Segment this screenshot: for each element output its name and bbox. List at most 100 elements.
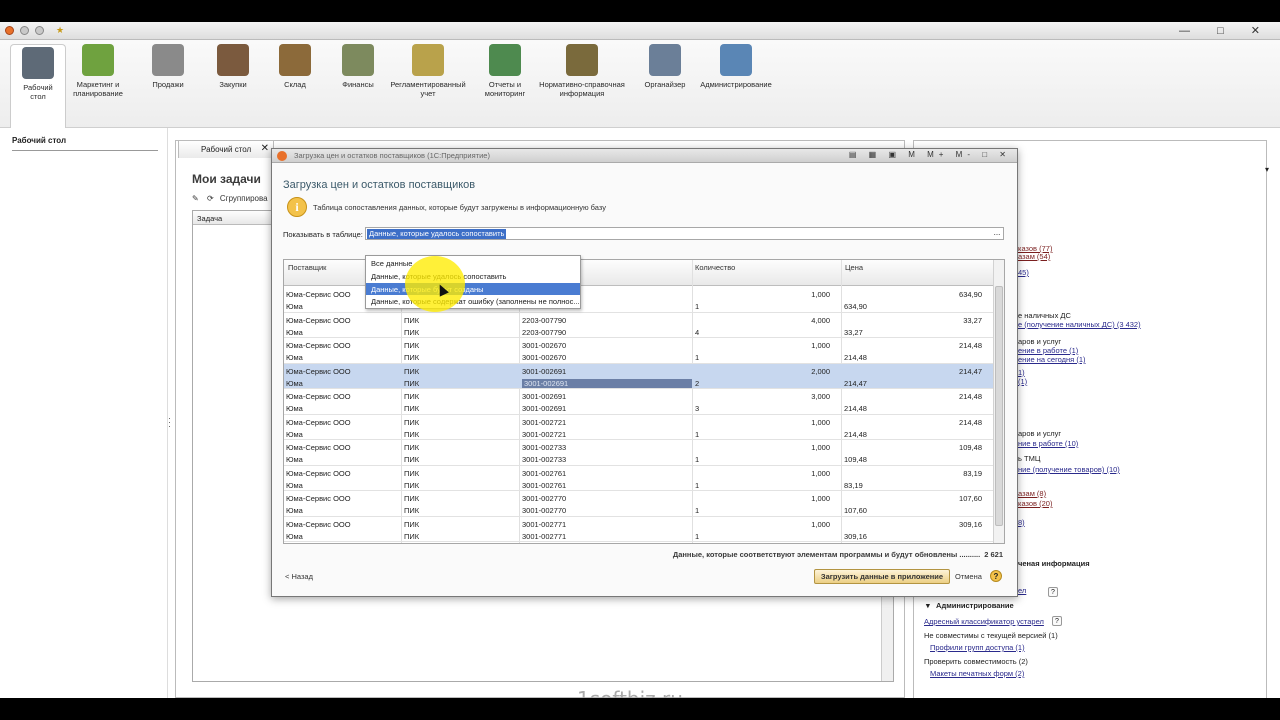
refresh-icon[interactable]: ⟳ — [207, 194, 214, 203]
help-icon[interactable]: ? — [1048, 587, 1058, 597]
section-9[interactable]: Органайзер — [637, 44, 693, 89]
window-controls[interactable]: — □ ✕ — [1179, 24, 1272, 37]
quantity-cell[interactable]: 2 — [695, 379, 699, 388]
supplier-cell[interactable]: Юма-Сервис ООО — [286, 290, 351, 299]
article-cell[interactable]: 3001-002733 — [522, 455, 566, 464]
section-2[interactable]: Продажи — [140, 44, 196, 89]
quantity-cell[interactable]: 1 — [695, 481, 699, 490]
table-row[interactable]: Юма-Сервис ООО Юма ПИК ПИК 3001-002691 3001-0… — [284, 363, 994, 389]
section-6[interactable]: Регламентированный учет — [388, 44, 468, 98]
column-supplier[interactable]: Поставщик — [288, 263, 326, 272]
supplier-short-cell[interactable]: Юма — [286, 302, 303, 311]
supplier-short-cell[interactable]: Юма — [286, 455, 303, 464]
quantity-cell[interactable]: 1,000 — [811, 494, 830, 503]
price-cell[interactable]: 109,48 — [959, 443, 982, 452]
right-panel-item[interactable]: азам (54) — [1018, 252, 1050, 261]
group-button[interactable]: Сгруппирова — [220, 194, 268, 203]
section-0[interactable]: Рабочий стол — [10, 44, 66, 128]
section-4[interactable]: Склад — [267, 44, 323, 89]
supplier-short-cell[interactable]: Юма — [286, 379, 303, 388]
section-8[interactable]: Нормативно-справочная информация — [537, 44, 627, 98]
section-10[interactable]: Администрирование — [696, 44, 776, 89]
dropdown-option[interactable]: Данные, которые будут созданы — [366, 282, 580, 296]
back-icon[interactable] — [20, 26, 29, 35]
right-panel-item[interactable]: е (получение наличных ДС) (3 432) — [1018, 320, 1141, 329]
right-panel-item[interactable]: ение на сегодня (1) — [1018, 355, 1085, 364]
article-cell[interactable]: 3001-002761 — [522, 481, 566, 490]
brand-cell[interactable]: ПИК — [404, 443, 419, 452]
price-cell[interactable]: 634,90 — [844, 302, 867, 311]
quantity-cell[interactable]: 1 — [695, 506, 699, 515]
price-cell[interactable]: 214,48 — [959, 418, 982, 427]
quantity-cell[interactable]: 1 — [695, 532, 699, 541]
tab-close-icon[interactable]: ✕ — [261, 143, 269, 154]
article-cell[interactable]: 3001-002770 — [522, 494, 566, 503]
quantity-cell[interactable]: 1 — [695, 353, 699, 362]
dialog-window-controls[interactable]: ▤ ▦ ▣ M M+ M- □ ✕ — [849, 150, 1011, 159]
price-cell[interactable]: 214,48 — [959, 392, 982, 401]
brand-cell[interactable]: ПИК — [404, 481, 419, 490]
forward-icon[interactable] — [35, 26, 44, 35]
brand-cell[interactable]: ПИК — [404, 404, 419, 413]
brand-cell[interactable]: ПИК — [404, 392, 419, 401]
price-cell[interactable]: 33,27 — [844, 328, 863, 337]
brand-cell[interactable]: ПИК — [404, 430, 419, 439]
price-cell[interactable]: 109,48 — [844, 455, 867, 464]
table-row[interactable]: Юма-Сервис ООО Юма ПИК ПИК 2203-007790 2203-0… — [284, 313, 994, 338]
price-cell[interactable]: 33,27 — [963, 316, 982, 325]
brand-cell[interactable]: ПИК — [404, 367, 419, 376]
table-row[interactable]: Юма-Сервис ООО Юма ПИК ПИК 3001-002721 3001-0… — [284, 415, 994, 440]
table-row[interactable]: Юма-Сервис ООО Юма ПИК ПИК 3001-002770 3001-0… — [284, 491, 994, 517]
quantity-cell[interactable]: 4 — [695, 328, 699, 337]
show-in-table-select[interactable]: Данные, которые удалось сопоставить ... — [365, 227, 1004, 240]
scrollbar-thumb[interactable] — [995, 286, 1003, 526]
brand-cell[interactable]: ПИК — [404, 328, 419, 337]
left-panel-title[interactable]: Рабочий стол — [12, 136, 66, 145]
article-cell[interactable]: 3001-002771 — [522, 520, 566, 529]
select-more-button[interactable]: ... — [992, 228, 1002, 239]
quantity-cell[interactable]: 1,000 — [811, 443, 830, 452]
column-quantity[interactable]: Количество — [695, 263, 735, 272]
refresh-icon[interactable]: ⟳ — [1248, 697, 1254, 698]
article-cell[interactable]: 2203-007790 — [522, 328, 566, 337]
supplier-short-cell[interactable]: Юма — [286, 532, 303, 541]
article-cell[interactable]: 3001-002770 — [522, 506, 566, 515]
brand-cell[interactable]: ПИК — [404, 418, 419, 427]
section-3[interactable]: Закупки — [205, 44, 261, 89]
price-cell[interactable]: 214,48 — [844, 404, 867, 413]
admin-section-header[interactable]: ▾ Администрирование — [926, 601, 1014, 610]
price-cell[interactable]: 634,90 — [959, 290, 982, 299]
brand-cell[interactable]: ПИК — [404, 316, 419, 325]
price-cell[interactable]: 214,48 — [844, 353, 867, 362]
price-cell[interactable]: 214,47 — [844, 379, 867, 388]
table-row[interactable]: Юма-Сервис ООО Юма ПИК ПИК 3001-002691 3001-0… — [284, 389, 994, 415]
supplier-cell[interactable]: Юма-Сервис ООО — [286, 494, 351, 503]
brand-cell[interactable]: ПИК — [404, 353, 419, 362]
price-cell[interactable]: 214,48 — [959, 341, 982, 350]
table-row[interactable]: Юма-Сервис ООО Юма ПИК ПИК 3001-002771 3001-0… — [284, 517, 994, 542]
right-panel-item[interactable]: ение в работе (1) — [1018, 346, 1078, 355]
article-cell[interactable]: 3001-002670 — [522, 353, 566, 362]
quantity-cell[interactable]: 1,000 — [811, 520, 830, 529]
brand-cell[interactable]: ПИК — [404, 469, 419, 478]
supplier-cell[interactable]: Юма-Сервис ООО — [286, 443, 351, 452]
right-panel-item[interactable]: 45) — [1018, 268, 1029, 277]
price-cell[interactable]: 107,60 — [844, 506, 867, 515]
brand-cell[interactable]: ПИК — [404, 455, 419, 464]
supplier-short-cell[interactable]: Юма — [286, 506, 303, 515]
favorites-star-icon[interactable]: ★ — [56, 25, 64, 36]
quantity-cell[interactable]: 1,000 — [811, 469, 830, 478]
right-panel-item[interactable]: ел — [1018, 586, 1026, 595]
supplier-short-cell[interactable]: Юма — [286, 404, 303, 413]
dropdown-option[interactable]: Все данные — [366, 257, 580, 270]
price-cell[interactable]: 214,47 — [959, 367, 982, 376]
article-cell[interactable]: 3001-002691 — [522, 367, 566, 376]
supplier-cell[interactable]: Юма-Сервис ООО — [286, 469, 351, 478]
quantity-cell[interactable]: 1 — [695, 455, 699, 464]
price-cell[interactable]: 107,60 — [959, 494, 982, 503]
dropdown-option[interactable]: Данные, которые удалось сопоставить — [366, 270, 580, 283]
supplier-short-cell[interactable]: Юма — [286, 481, 303, 490]
price-cell[interactable]: 309,16 — [959, 520, 982, 529]
brand-cell[interactable]: ПИК — [404, 532, 419, 541]
right-panel-item[interactable]: 1) — [1018, 368, 1025, 377]
